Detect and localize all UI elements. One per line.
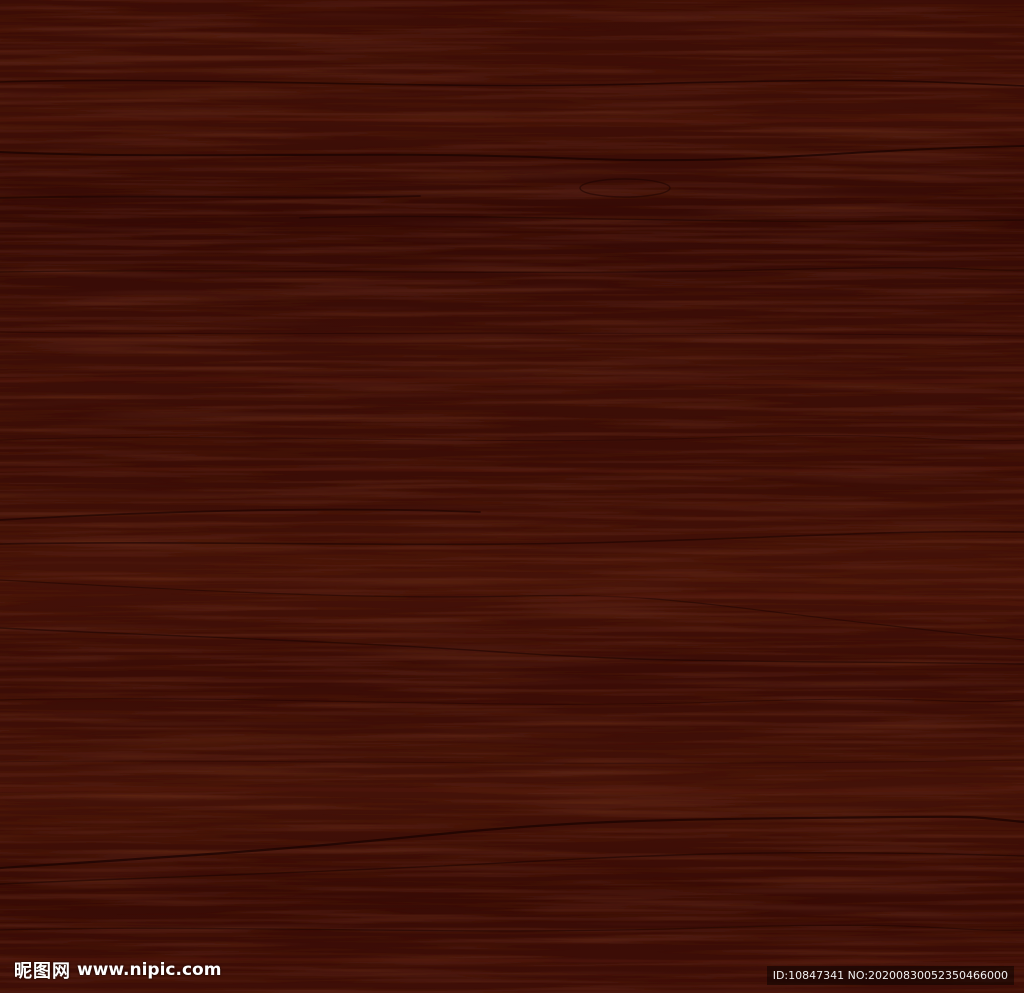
watermark-brand: 昵图网 (14, 961, 71, 982)
watermark-logo: 昵图网 www.nipic.com (14, 957, 221, 983)
watermark-id: ID:10847341 NO:20200830052350466000 (766, 966, 1014, 985)
watermark-url: www.nipic.com (77, 960, 222, 980)
wood-grain-graphic (0, 0, 1024, 993)
wood-texture-image: 昵图网 www.nipic.com ID:10847341 NO:2020083… (0, 0, 1024, 993)
